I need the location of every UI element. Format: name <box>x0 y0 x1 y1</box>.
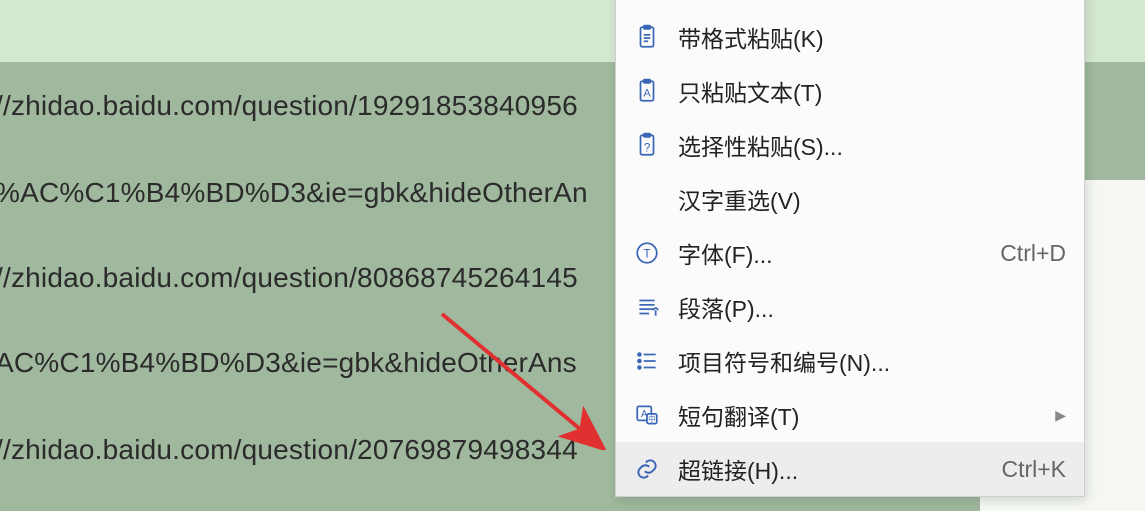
text-line: //zhidao.baidu.com/question/808687452641… <box>0 262 578 294</box>
menu-item-translate[interactable]: A 中 短句翻译(T) ▶ <box>616 388 1084 442</box>
menu-item-shortcut: Ctrl+D <box>988 240 1066 267</box>
bullets-icon <box>634 348 660 374</box>
text-line: //zhidao.baidu.com/question/207698794983… <box>0 434 578 466</box>
blank-icon <box>634 186 660 212</box>
menu-item-label: 汉字重选(V) <box>678 182 1066 216</box>
paste-formatted-icon <box>634 24 660 50</box>
menu-item-paragraph[interactable]: 段落(P)... <box>616 280 1084 334</box>
paste-special-icon: ? <box>634 132 660 158</box>
paragraph-icon <box>634 294 660 320</box>
menu-item-paste[interactable] <box>616 0 1084 10</box>
text-line: %AC%C1%B4%BD%D3&ie=gbk&hideOtherAn <box>0 177 588 209</box>
svg-text:T: T <box>643 246 650 260</box>
menu-item-label: 短句翻译(T) <box>678 398 1043 432</box>
paste-text-icon: A <box>634 78 660 104</box>
translate-icon: A 中 <box>634 402 660 428</box>
text-line: //zhidao.baidu.com/question/192918538409… <box>0 90 578 122</box>
svg-text:?: ? <box>644 141 651 155</box>
menu-item-paste-formatted[interactable]: 带格式粘贴(K) <box>616 10 1084 64</box>
menu-item-label: 只粘贴文本(T) <box>678 74 1066 108</box>
submenu-arrow-icon: ▶ <box>1043 407 1066 424</box>
svg-text:A: A <box>643 87 651 99</box>
menu-item-bullets-numbering[interactable]: 项目符号和编号(N)... <box>616 334 1084 388</box>
svg-text:中: 中 <box>648 414 656 424</box>
font-icon: T <box>634 240 660 266</box>
menu-item-label: 段落(P)... <box>678 290 1066 324</box>
context-menu: 带格式粘贴(K) A 只粘贴文本(T) ? 选择性粘贴(S)... 汉字重选(V… <box>615 0 1085 497</box>
menu-item-hyperlink[interactable]: 超链接(H)... Ctrl+K <box>616 442 1084 496</box>
menu-item-label: 选择性粘贴(S)... <box>678 128 1066 162</box>
menu-item-paste-text[interactable]: A 只粘贴文本(T) <box>616 64 1084 118</box>
menu-item-label: 项目符号和编号(N)... <box>678 344 1066 378</box>
menu-item-paste-special[interactable]: ? 选择性粘贴(S)... <box>616 118 1084 172</box>
menu-item-shortcut: Ctrl+K <box>989 456 1066 483</box>
paste-icon <box>634 0 660 10</box>
menu-item-label: 带格式粘贴(K) <box>678 20 1066 54</box>
menu-item-label: 字体(F)... <box>678 236 988 270</box>
text-line: AC%C1%B4%BD%D3&ie=gbk&hideOtherAns <box>0 347 577 379</box>
menu-item-hanzi-reselect[interactable]: 汉字重选(V) <box>616 172 1084 226</box>
menu-item-label: 超链接(H)... <box>678 452 989 486</box>
hyperlink-icon <box>634 456 660 482</box>
menu-item-font[interactable]: T 字体(F)... Ctrl+D <box>616 226 1084 280</box>
